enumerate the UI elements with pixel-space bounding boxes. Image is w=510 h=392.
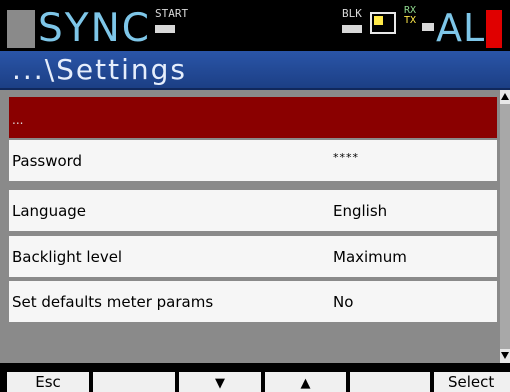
chevron-up-icon: ▲ — [300, 376, 311, 391]
row-label: Password — [12, 152, 83, 170]
screen-header: ...\Settings — [0, 51, 510, 90]
softkey-bar: Esc ▼ ▲ Select — [0, 371, 510, 392]
settings-row-backlight[interactable]: Backlight level Maximum — [9, 236, 497, 277]
row-value: No — [333, 293, 354, 311]
page-title: ...\Settings — [12, 53, 187, 86]
softkey-2-button[interactable] — [93, 372, 175, 392]
row-label: Language — [12, 202, 87, 220]
row-value: English — [333, 202, 388, 220]
scroll-up-icon[interactable] — [500, 90, 510, 104]
start-label: START — [155, 7, 189, 20]
start-bar-icon — [155, 25, 175, 33]
chevron-down-icon: ▼ — [215, 376, 225, 391]
settings-row-parent[interactable]: ... — [9, 97, 497, 138]
row-label: ... — [12, 113, 24, 127]
start-indicator: START — [155, 7, 195, 33]
mode-title: SYNC — [38, 6, 151, 51]
settings-row-language[interactable]: Language English — [9, 190, 497, 231]
select-button[interactable]: Select — [434, 372, 510, 392]
alarm-label: AL — [436, 6, 486, 50]
blk-indicator: BLK — [342, 7, 370, 33]
settings-list: ... Password **** Language English Backl… — [0, 90, 500, 363]
alarm-bar-icon — [422, 23, 434, 31]
alarm-indicator-icon — [486, 10, 502, 48]
blk-bar-icon — [342, 25, 362, 33]
softkey-5-button[interactable] — [350, 372, 430, 392]
row-label: Set defaults meter params — [12, 293, 214, 311]
status-bar: SYNC START BLK RX TX AL — [0, 0, 510, 51]
up-button[interactable]: ▲ — [265, 372, 346, 392]
scroll-down-icon[interactable] — [500, 349, 510, 363]
settings-row-set-defaults[interactable]: Set defaults meter params No — [9, 281, 497, 322]
scrollbar[interactable] — [500, 90, 510, 363]
display-icon — [370, 12, 396, 34]
blk-label: BLK — [342, 7, 362, 20]
row-value: **** — [333, 151, 359, 164]
esc-button[interactable]: Esc — [7, 372, 89, 392]
row-label: Backlight level — [12, 248, 123, 266]
row-value: Maximum — [333, 248, 407, 266]
settings-row-password[interactable]: Password **** — [9, 140, 497, 181]
status-block-icon — [7, 10, 35, 48]
down-button[interactable]: ▼ — [179, 372, 261, 392]
